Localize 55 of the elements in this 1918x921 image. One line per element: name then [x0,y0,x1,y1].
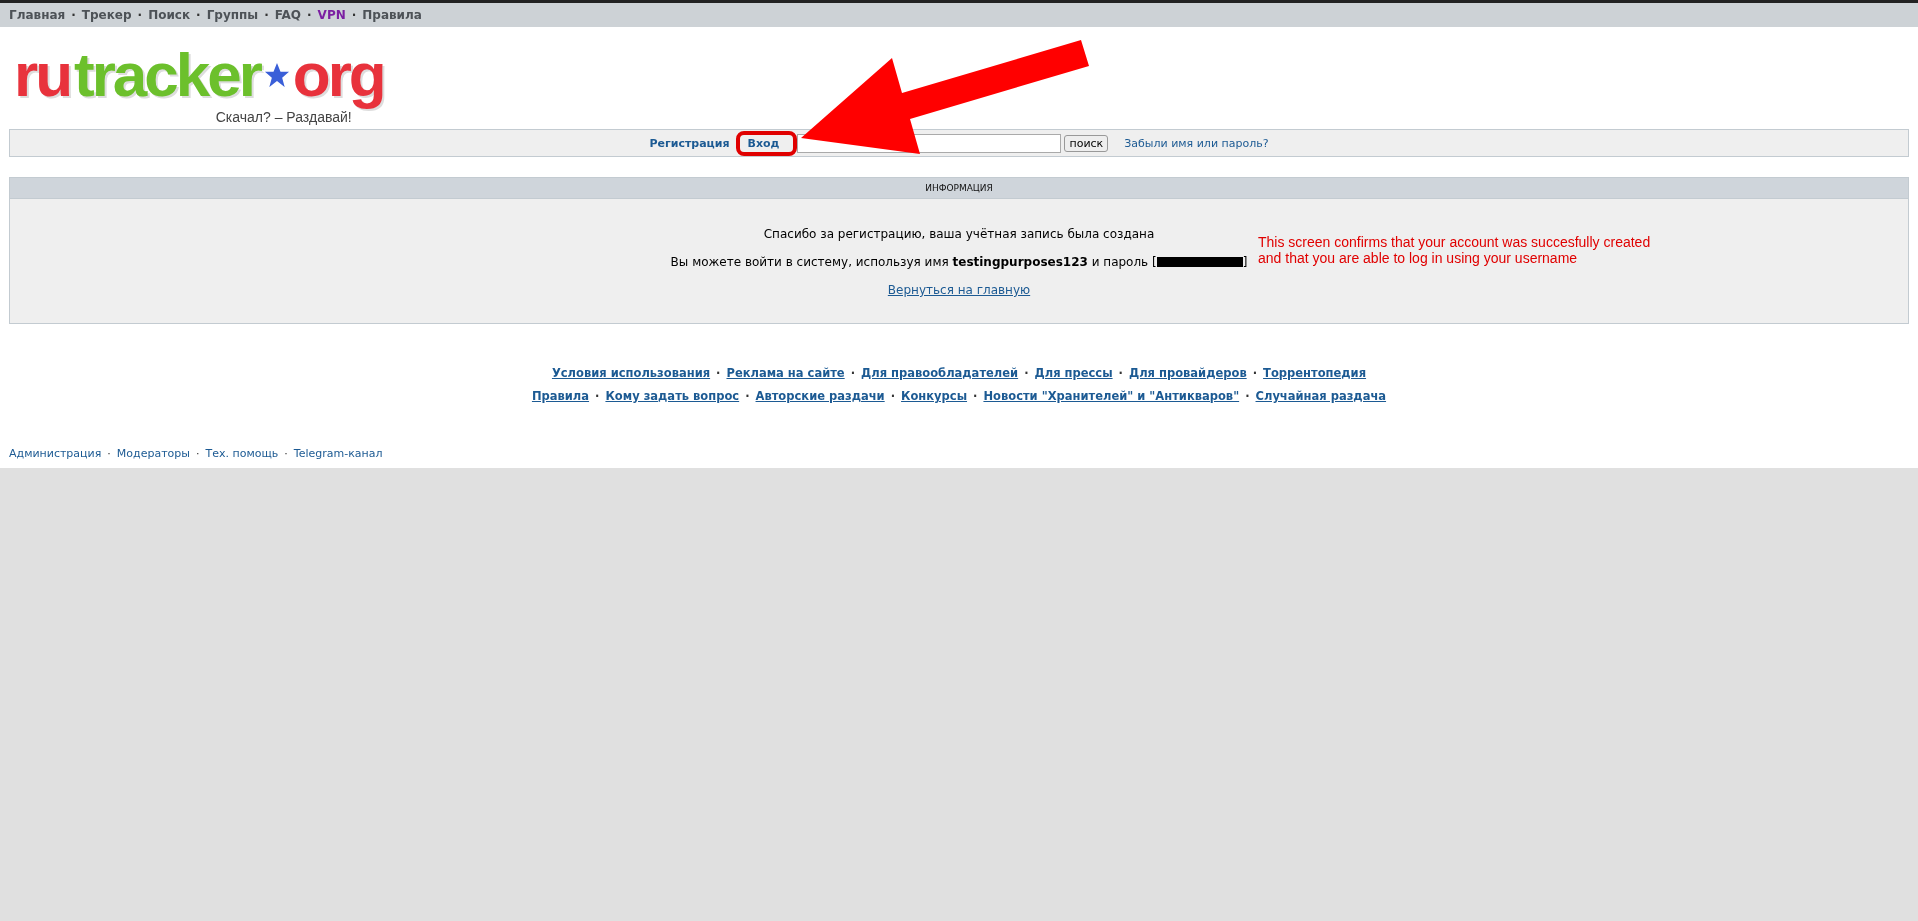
separator-dot: · [594,389,601,403]
footer-link[interactable]: Кому задать вопрос [605,389,740,403]
logo-tagline: Скачал? – Раздавай! [215,109,352,125]
separator-dot: · [70,8,77,22]
logo-text: tracker [74,41,262,109]
separator-dot: · [1023,366,1030,380]
footer-link[interactable]: Правила [531,389,590,403]
separator-dot: · [889,389,897,403]
logo-text: ru [14,41,71,109]
register-link[interactable]: Регистрация [649,136,730,150]
footer-link[interactable]: Реклама на сайте [726,366,845,380]
separator-dot: · [283,447,289,460]
separator-dot: · [715,366,722,380]
annotation-text: This screen confirms that your account was succesfully created and that you are able to log in using your username [1258,234,1651,266]
separator-dot: · [1244,389,1251,403]
footer-link[interactable]: Авторские раздачи [755,389,885,403]
separator-dot: · [306,8,313,22]
separator-dot: · [195,447,201,460]
footer-link[interactable]: Для правообладателей [861,366,1019,380]
separator-dot: · [106,447,112,460]
forgot-password-link[interactable]: Забыли имя или пароль? [1124,136,1269,150]
footer-link[interactable]: Конкурсы [901,389,968,403]
separator-dot: · [972,389,979,403]
search-button[interactable]: поиск [1064,134,1109,152]
nav-link[interactable]: Главная [9,8,66,22]
separator-dot: · [136,8,144,22]
home-link[interactable]: Вернуться на главную [887,283,1031,297]
footer-link[interactable]: Случайная раздача [1255,389,1387,403]
nav-link[interactable]: Группы [206,8,259,22]
separator-dot: · [744,389,751,403]
separator-dot: · [195,8,202,22]
footer-link[interactable]: Условия использования [551,366,711,380]
nav-link[interactable]: Трекер [81,8,132,22]
nav-link[interactable]: VPN [317,8,346,22]
footer-link[interactable]: Новости "Хранителей" и "Антикваров" [983,389,1240,403]
footer-link[interactable]: Для прессы [1034,366,1113,380]
separator-dot: · [849,366,857,380]
logo-text: org [292,41,385,109]
bottom-link[interactable]: Тех. помощь [205,447,279,460]
bottom-link[interactable]: Telegram-канал [293,447,383,460]
footer-link[interactable]: Для провайдеров [1128,366,1247,380]
separator-dot: · [350,8,358,22]
bottom-link[interactable]: Администрация [9,447,102,460]
message-text: Спасибо за регистрацию, ваша учётная запись была создана [763,227,1155,241]
bottom-link[interactable]: Модераторы [116,447,190,460]
footer-link[interactable]: Торрентопедия [1263,366,1367,380]
login-info-text: Вы можете войти в систему, используя имя testingpurposes123 и пароль [ [670,255,1157,269]
separator-dot: · [1117,366,1124,380]
bracket-text: ] [1242,255,1248,269]
panel-header: ИНФОРМАЦИЯ [10,178,1908,199]
separator-dot: · [1251,366,1259,380]
nav-link[interactable]: Поиск [148,8,191,22]
nav-link[interactable]: FAQ [274,8,302,22]
nav-link[interactable]: Правила [362,8,422,22]
separator-dot: · [263,8,270,22]
